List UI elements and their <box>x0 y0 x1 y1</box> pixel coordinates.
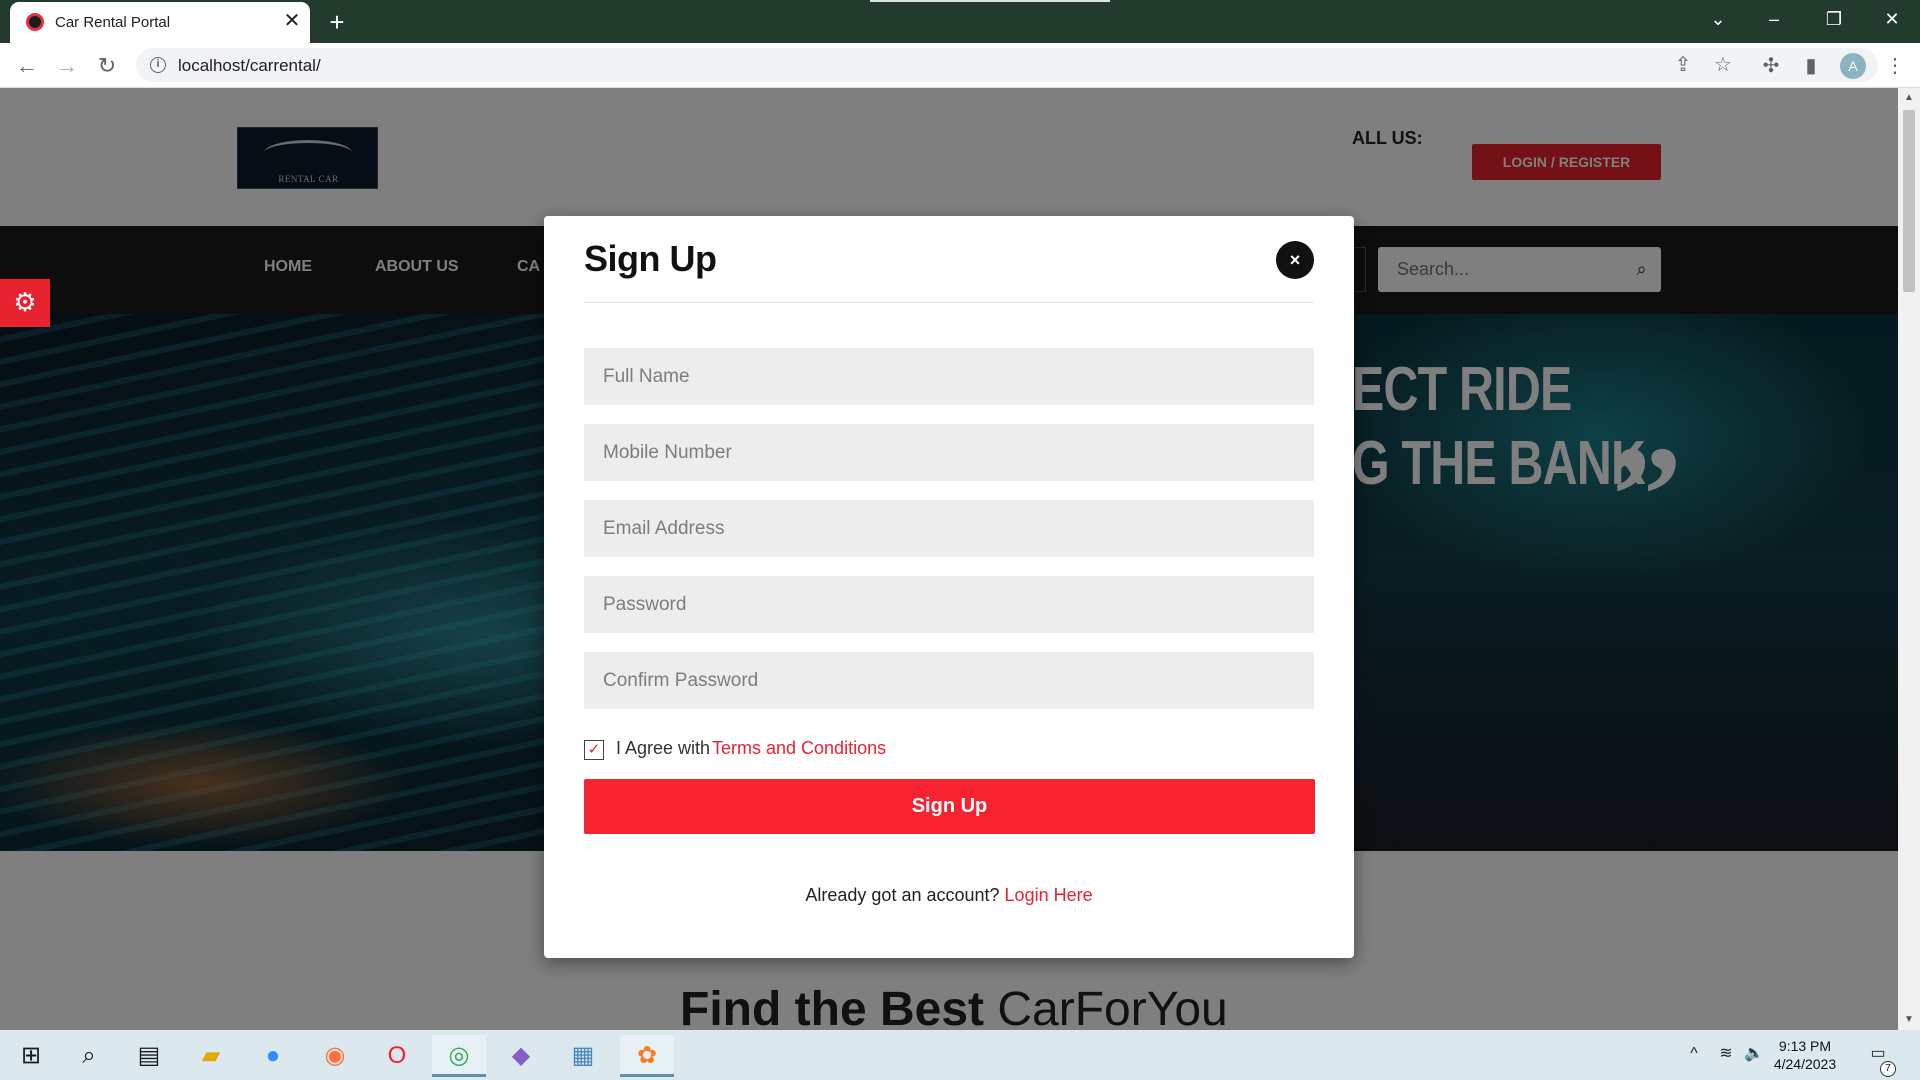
terms-link[interactable]: Terms and Conditions <box>712 738 886 759</box>
already-account-row: Already got an account? Login Here <box>544 885 1354 906</box>
site-favicon-icon <box>26 13 44 31</box>
modal-title: Sign Up <box>584 238 717 279</box>
chrome-icon[interactable]: ◎ <box>432 1035 486 1077</box>
back-arrow-icon[interactable]: ← <box>12 51 42 81</box>
new-tab-button[interactable]: + <box>322 7 352 37</box>
settings-gear-icon[interactable]: ⚙ <box>0 279 50 327</box>
notification-count-badge: 7 <box>1880 1061 1896 1077</box>
password-field[interactable] <box>584 576 1314 633</box>
agree-label: I Agree with <box>616 738 711 758</box>
zoom-icon[interactable]: ● <box>246 1035 300 1077</box>
extensions-puzzle-icon[interactable]: ✣ <box>1756 51 1786 81</box>
task-view-icon[interactable]: ▤ <box>122 1035 176 1077</box>
confirm-password-field[interactable] <box>584 652 1314 709</box>
clock-time: 9:13 PM <box>1778 1038 1832 1054</box>
windows-taskbar: ⊞ ⌕ ▤ ▰ ● ◉ O ◎ ◆ ▦ ✿ ^ ≋ 🔈 9:13 PM 4/24… <box>0 1030 1920 1080</box>
tab-search-chevron-icon[interactable]: ⌄ <box>1690 0 1746 40</box>
mobile-number-field[interactable] <box>584 424 1314 481</box>
close-window-button[interactable]: ✕ <box>1864 0 1920 40</box>
full-name-field[interactable] <box>584 348 1314 405</box>
modal-divider <box>584 302 1314 303</box>
browser-tab-strip: Car Rental Portal ✕ + ⌄ – ❐ ✕ <box>0 0 1920 43</box>
page-scrollbar[interactable]: ▲ ▼ <box>1898 88 1920 1030</box>
forward-arrow-icon[interactable]: → <box>52 51 82 81</box>
profile-avatar[interactable]: A <box>1840 53 1866 79</box>
visual-studio-icon[interactable]: ◆ <box>494 1035 548 1077</box>
windows-start-icon[interactable]: ⊞ <box>4 1035 58 1077</box>
tray-chevron-up-icon[interactable]: ^ <box>1682 1042 1706 1066</box>
taskbar-clock[interactable]: 9:13 PM 4/24/2023 <box>1760 1037 1850 1073</box>
clock-date: 4/24/2023 <box>1773 1056 1837 1072</box>
opera-icon[interactable]: O <box>370 1035 424 1077</box>
scroll-thumb[interactable] <box>1903 110 1915 292</box>
email-field[interactable] <box>584 500 1314 557</box>
xampp-icon[interactable]: ✿ <box>620 1035 674 1077</box>
wifi-icon[interactable]: ≋ <box>1714 1042 1738 1066</box>
agree-checkbox[interactable]: ✓ <box>584 740 604 760</box>
search-taskbar-icon[interactable]: ⌕ <box>62 1035 116 1077</box>
reload-icon[interactable]: ↻ <box>92 51 122 81</box>
tab-close-icon[interactable]: ✕ <box>280 9 304 33</box>
already-account-text: Already got an account? <box>805 885 1000 905</box>
signup-submit-button[interactable]: Sign Up <box>584 779 1315 834</box>
chrome-menu-icon[interactable]: ⋮ <box>1880 51 1910 81</box>
share-icon[interactable]: ⇪ <box>1668 50 1698 80</box>
login-here-link[interactable]: Login Here <box>1005 885 1093 905</box>
url-text[interactable]: localhost/carrental/ <box>178 56 321 76</box>
notepad-icon[interactable]: ▦ <box>556 1035 610 1077</box>
address-bar[interactable]: i localhost/carrental/ ⇪ ☆ <box>136 48 1878 82</box>
scroll-down-arrow-icon[interactable]: ▼ <box>1904 1014 1914 1025</box>
scroll-up-arrow-icon[interactable]: ▲ <box>1904 92 1914 103</box>
firefox-icon[interactable]: ◉ <box>308 1035 362 1077</box>
file-explorer-icon[interactable]: ▰ <box>184 1035 238 1077</box>
restore-button[interactable]: ❐ <box>1806 0 1862 40</box>
signup-modal: Sign Up × ✓ I Agree with Terms and Condi… <box>544 216 1354 958</box>
tab-title: Car Rental Portal <box>55 14 171 31</box>
close-icon[interactable]: × <box>1276 241 1314 279</box>
minimize-button[interactable]: – <box>1746 0 1802 40</box>
browser-toolbar: ← → ↻ i localhost/carrental/ ⇪ ☆ ✣ ▮ A ⋮ <box>0 43 1920 88</box>
site-info-icon[interactable]: i <box>150 57 166 73</box>
side-panel-icon[interactable]: ▮ <box>1796 51 1826 81</box>
tab-strip-indicator <box>870 0 1110 2</box>
page-viewport: RENTAL CAR ALL US: LOGIN / REGISTER HOME… <box>0 88 1898 1030</box>
bookmark-star-icon[interactable]: ☆ <box>1708 50 1738 80</box>
browser-tab[interactable]: Car Rental Portal ✕ <box>10 2 310 43</box>
